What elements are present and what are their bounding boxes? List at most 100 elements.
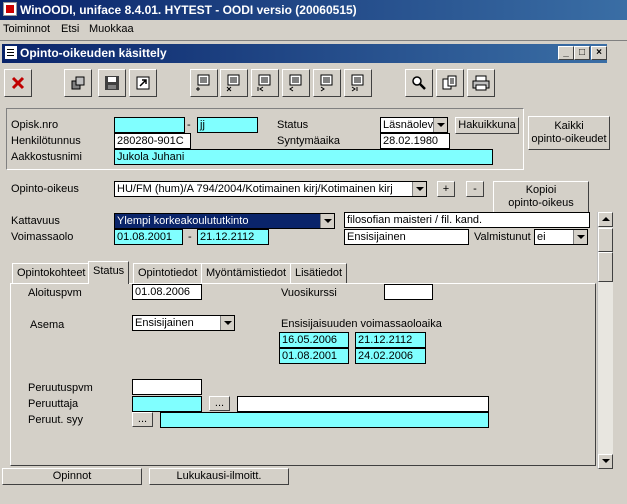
copy-icon <box>442 75 457 90</box>
copy-button[interactable] <box>436 69 464 97</box>
aakkostusnimi-field[interactable]: Jukola Juhani <box>114 149 493 165</box>
doc-prev-button[interactable] <box>282 69 310 97</box>
status-tab-panel <box>10 283 596 466</box>
scroll-up-icon[interactable] <box>598 212 613 227</box>
chevron-down-icon <box>433 118 447 132</box>
voimassa-to-field[interactable]: 21.12.2112 <box>197 229 269 245</box>
kopioi-opinto-oikeus-button[interactable]: Kopioi opinto-oikeus <box>493 181 589 213</box>
voimassa-from-field[interactable]: 01.08.2001 <box>114 229 183 245</box>
add-oikeus-button[interactable]: + <box>437 181 455 197</box>
menu-muokkaa[interactable]: Muokkaa <box>89 23 134 35</box>
window-icon <box>5 46 17 59</box>
search-button[interactable] <box>405 69 433 97</box>
kattavuus-label: Kattavuus <box>11 215 60 227</box>
tab-opintotiedot[interactable]: Opintotiedot <box>133 263 203 283</box>
ens-row1-from[interactable]: 16.05.2006 <box>279 332 349 348</box>
doc-last-button[interactable] <box>344 69 372 97</box>
lukukausi-ilmoitt-button[interactable]: Lukukausi-ilmoitt. <box>149 468 289 485</box>
syntymaaika-field[interactable]: 28.02.1980 <box>380 133 450 149</box>
doc-next-button[interactable] <box>313 69 341 97</box>
maximize-button[interactable]: □ <box>574 46 590 60</box>
status-label: Status <box>277 119 309 131</box>
opisk-nro-dash: - <box>187 119 191 131</box>
exit-button[interactable] <box>129 69 157 97</box>
menu-toiminnot[interactable]: Toiminnot <box>3 23 50 35</box>
asema-label: Asema <box>30 319 65 331</box>
opinto-oikeus-value: HU/FM (hum)/A 794/2004/Kotimainen kirj/K… <box>117 183 393 195</box>
vuosikurssi-label: Vuosikurssi <box>281 287 337 299</box>
close-window-button[interactable]: × <box>591 46 607 60</box>
tab-lisatiedot[interactable]: Lisätiedot <box>290 263 348 283</box>
menu-etsi[interactable]: Etsi <box>61 23 79 35</box>
opinnot-button[interactable]: Opinnot <box>2 468 142 485</box>
opinto-oikeus-dropdown[interactable]: HU/FM (hum)/A 794/2004/Kotimainen kirj/K… <box>114 181 427 197</box>
doc-first-button[interactable] <box>251 69 279 97</box>
kaikki-line2: opinto-oikeudet <box>531 133 607 145</box>
peruuttaja-field[interactable] <box>132 396 202 412</box>
chevron-down-icon <box>220 316 234 330</box>
tab-opintokohteet[interactable]: Opintokohteet <box>12 263 91 283</box>
aloituspvm-field[interactable]: 01.08.2006 <box>132 284 202 300</box>
opisk-nro-label: Opisk.nro <box>11 119 59 131</box>
doc-delete-button[interactable] <box>220 69 248 97</box>
scroll-down-icon[interactable] <box>598 454 613 469</box>
status-dropdown[interactable]: Läsnäolev <box>380 117 448 133</box>
tab-myontamistiedot[interactable]: Myöntämistiedot <box>201 263 292 283</box>
print-button[interactable] <box>467 69 495 97</box>
peruuttaja-label: Peruuttaja <box>28 398 79 410</box>
copy-record-button[interactable] <box>64 69 92 97</box>
app-title-bar: WinOODI, uniface 8.4.01. HYTEST - OODI v… <box>0 0 627 20</box>
ensisijaisuus-label: Ensisijaisuuden voimassaoloaika <box>281 318 442 330</box>
peruut-syy-field[interactable] <box>160 412 489 428</box>
chevron-down-icon <box>573 230 587 244</box>
aloituspvm-label: Aloituspvm <box>28 287 82 299</box>
peruuttaja-lookup-button[interactable]: ... <box>209 396 230 411</box>
remove-oikeus-button[interactable]: - <box>466 181 484 197</box>
app-icon <box>3 2 17 16</box>
kopioi-line1: Kopioi <box>525 184 557 197</box>
vuosikurssi-field[interactable] <box>384 284 433 300</box>
scroll-thumb[interactable] <box>598 228 613 252</box>
asema-value: Ensisijainen <box>135 317 194 329</box>
panel-scrollbar[interactable] <box>597 252 613 469</box>
voimassaolo-label: Voimassaolo <box>11 231 74 243</box>
doc-delete-icon <box>226 74 240 92</box>
search-icon <box>412 76 426 90</box>
tutkinto-field[interactable]: filosofian maisteri / fil. kand. <box>344 212 590 228</box>
kopioi-line2: opinto-oikeus <box>508 197 574 209</box>
doc-prev-icon <box>289 74 302 92</box>
valmistunut-dropdown[interactable]: ei <box>534 229 588 245</box>
henkilotunnus-field[interactable]: 280280-901C <box>114 133 191 149</box>
chevron-down-icon <box>412 182 426 196</box>
menu-bar: Toiminnot Etsi Muokkaa <box>0 21 627 39</box>
window-title: Opinto-oikeuden käsittely <box>20 46 167 60</box>
ensisijainen-field[interactable]: Ensisijainen <box>344 229 469 245</box>
kaikki-opinto-oikeudet-button[interactable]: Kaikki opinto-oikeudet <box>528 116 610 150</box>
opinto-oikeus-label: Opinto-oikeus <box>11 183 79 195</box>
kaikki-line1: Kaikki <box>554 120 584 133</box>
save-button[interactable] <box>98 69 126 97</box>
hakuikkuna-button[interactable]: Hakuikkuna <box>455 117 519 134</box>
peruutuspvm-label: Peruutuspvm <box>28 382 93 394</box>
doc-add-button[interactable] <box>190 69 218 97</box>
print-icon <box>472 75 490 91</box>
kattavuus-dropdown[interactable]: Ylempi korkeakoulututkinto <box>114 213 335 229</box>
opisk-nro-field[interactable] <box>114 117 185 133</box>
doc-add-icon <box>196 74 210 91</box>
peruut-syy-lookup-button[interactable]: ... <box>132 412 153 427</box>
ens-row1-to[interactable]: 21.12.2112 <box>355 332 426 348</box>
scroll-thumb-lower[interactable] <box>598 252 613 282</box>
tab-status[interactable]: Status <box>88 261 130 284</box>
ens-row2-to[interactable]: 24.02.2006 <box>355 348 426 364</box>
aakkostusnimi-label: Aakkostusnimi <box>11 151 82 163</box>
peruutuspvm-field[interactable] <box>132 379 202 395</box>
peruuttaja-name-field[interactable] <box>237 396 489 412</box>
close-x-button[interactable] <box>4 69 32 97</box>
copy-record-icon <box>71 76 85 90</box>
kattavuus-value: Ylempi korkeakoulututkinto <box>117 215 249 227</box>
asema-dropdown[interactable]: Ensisijainen <box>132 315 235 331</box>
opisk-nro-suffix-field[interactable]: jj <box>197 117 258 133</box>
minimize-button[interactable]: _ <box>558 46 574 60</box>
upper-scrollbar[interactable] <box>597 212 613 252</box>
ens-row2-from[interactable]: 01.08.2001 <box>279 348 349 364</box>
